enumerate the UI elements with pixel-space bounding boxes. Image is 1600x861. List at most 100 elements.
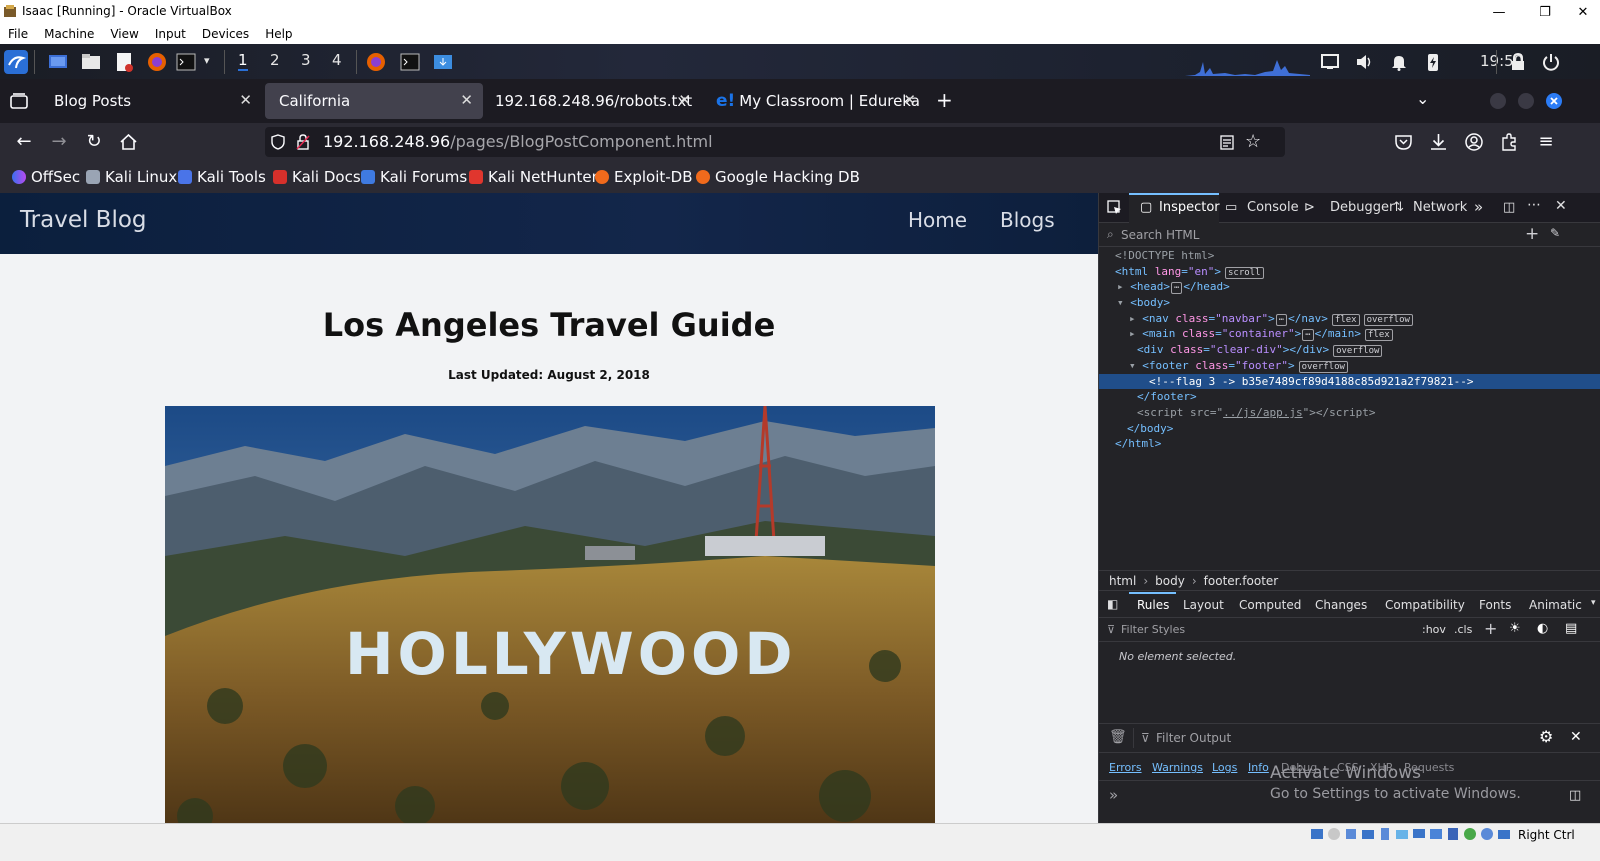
filter-warnings[interactable]: Warnings [1152,761,1203,774]
reload-icon[interactable]: ↻ [84,132,104,152]
flag-comment-node[interactable]: <!--flag 3 -> b35e7489cf89d4188c85d921a2… [1099,373,1600,390]
html-search-bar[interactable]: ⌕ Search HTML + ✎ [1099,223,1600,247]
bookmark-google-hacking-db[interactable]: Google Hacking DB [696,168,860,186]
close-tab-icon[interactable]: ✕ [903,91,916,109]
terminal-window-icon[interactable] [400,52,420,72]
tab-fonts[interactable]: Fonts [1479,598,1511,612]
close-tab-icon[interactable]: ✕ [678,91,691,109]
close-tab-icon[interactable]: ✕ [460,91,473,109]
nav-home-link[interactable]: Home [908,208,967,232]
overflow-badge[interactable]: overflow [1363,313,1413,326]
overflow-badge[interactable]: overflow [1333,345,1383,358]
console-settings-gear-icon[interactable]: ⚙ [1539,727,1553,746]
workspace-2[interactable]: 2 [270,51,280,69]
display-icon[interactable] [1412,827,1426,841]
mouse-integration-icon[interactable] [1480,827,1494,841]
close-window-button[interactable]: ✕ [1566,0,1600,24]
menu-view[interactable]: View [110,27,138,41]
filter-logs[interactable]: Logs [1212,761,1237,774]
bookmark-kali-docs[interactable]: Kali Docs [273,168,361,186]
devtools-close-icon[interactable]: ✕ [1555,198,1567,214]
account-icon[interactable] [1465,133,1483,151]
display-icon[interactable] [1320,52,1340,72]
recording-icon[interactable] [1429,827,1443,841]
usb-icon[interactable] [1378,827,1392,841]
kali-menu-icon[interactable] [4,50,28,74]
bookmark-kali-linux[interactable]: Kali Linux [86,168,177,186]
tab-rules[interactable]: Rules [1137,598,1169,612]
back-arrow-icon[interactable]: ← [14,132,34,152]
script-src-link[interactable]: ../js/app.js [1223,406,1302,419]
print-media-icon[interactable]: ▤ [1565,621,1577,636]
bookmark-kali-tools[interactable]: Kali Tools [178,168,266,186]
url-text[interactable]: 192.168.248.96/pages/BlogPostComponent.h… [323,132,713,151]
more-panels-chevron-icon[interactable]: ▾ [1591,598,1596,608]
downloads-window-icon[interactable] [433,52,453,72]
menu-help[interactable]: Help [265,27,292,41]
html-close-node[interactable]: </html> [1099,436,1600,452]
overflow-badge[interactable]: overflow [1298,360,1348,373]
menu-devices[interactable]: Devices [202,27,249,41]
body-close-node[interactable]: </body> [1099,421,1600,437]
trash-icon[interactable]: 🗑 [1109,729,1127,745]
tab-robots-txt[interactable]: 192.168.248.96/robots.txt ✕ [481,83,701,119]
workspace-3[interactable]: 3 [301,51,311,69]
window-maximize-dot-icon[interactable] [1517,92,1535,110]
tab-edureka[interactable]: e! My Classroom | Edureka ✕ [702,83,926,119]
volume-icon[interactable] [1354,52,1374,72]
tracking-shield-icon[interactable] [271,134,285,150]
more-tabs-icon[interactable]: » [1474,198,1483,216]
pocket-icon[interactable] [1395,134,1412,150]
bookmark-exploit-db[interactable]: Exploit-DB [595,168,693,186]
bookmark-kali-forums[interactable]: Kali Forums [361,168,467,186]
notifications-icon[interactable] [1389,52,1409,72]
tab-layout[interactable]: Layout [1183,598,1224,612]
breadcrumb-footer[interactable]: footer.footer [1204,574,1279,588]
bookmark-star-icon[interactable]: ☆ [1245,131,1261,152]
dark-scheme-icon[interactable]: ◐ [1537,621,1548,636]
new-tab-button[interactable]: + [936,88,953,112]
window-minimize-dot-icon[interactable] [1489,92,1507,110]
flex-badge[interactable]: flex [1365,329,1393,342]
add-node-icon[interactable]: + [1525,224,1539,244]
chevron-down-icon[interactable]: ▾ [204,54,210,67]
extensions-puzzle-icon[interactable] [1500,133,1518,151]
toggle-sidebar-icon[interactable]: ◧ [1107,597,1118,611]
home-icon[interactable] [120,134,137,150]
class-toggle[interactable]: .cls [1454,623,1472,636]
hamburger-menu-icon[interactable]: ≡ [1536,132,1556,152]
tab-blog-posts[interactable]: Blog Posts ✕ [40,83,262,119]
tab-network[interactable]: Network [1413,200,1467,215]
site-brand[interactable]: Travel Blog [20,207,147,233]
editor-mode-icon[interactable]: ◫ [1569,788,1581,803]
window-close-dot-icon[interactable] [1545,92,1563,110]
terminal-launcher-icon[interactable] [176,52,196,72]
breadcrumb-html[interactable]: html [1109,574,1136,588]
workspace-4[interactable]: 4 [332,51,342,69]
insecure-lock-icon[interactable] [296,134,310,150]
element-picker-icon[interactable] [1107,200,1123,216]
bookmark-kali-nethunter[interactable]: Kali NetHunter [469,168,598,186]
div-node[interactable]: <div class="clear-div"></div> overflow [1099,342,1600,358]
battery-icon[interactable] [1423,52,1443,72]
workspace-1[interactable]: 1 [238,51,248,71]
nav-blogs-link[interactable]: Blogs [1000,208,1055,232]
bookmark-offsec[interactable]: OffSec [12,168,80,186]
power-icon[interactable] [1541,52,1561,72]
downloads-icon[interactable] [1430,133,1447,151]
desktop-icon[interactable] [48,52,68,72]
restore-button[interactable]: ❐ [1522,0,1568,24]
tab-list-icon[interactable] [10,93,28,109]
add-rule-icon[interactable]: + [1484,619,1497,638]
firefox-launcher-icon[interactable] [147,52,167,72]
head-node[interactable]: ▸ <head> ⋯ </head> [1099,279,1600,295]
html-search-input[interactable]: Search HTML [1121,228,1199,242]
tab-compatibility[interactable]: Compatibility [1385,598,1465,612]
main-node[interactable]: ▸ <main class="container"> ⋯ </main> flex [1099,326,1600,342]
firefox-window-icon[interactable] [366,52,386,72]
scroll-badge[interactable]: scroll [1225,266,1264,279]
filter-styles-bar[interactable]: ⊽ Filter Styles :hov .cls + ☀ ◐ ▤ [1099,618,1600,642]
virtualization-icon[interactable] [1446,827,1460,841]
flex-badge[interactable]: flex [1331,313,1360,326]
console-prompt-chevron-icon[interactable]: » [1109,786,1118,804]
